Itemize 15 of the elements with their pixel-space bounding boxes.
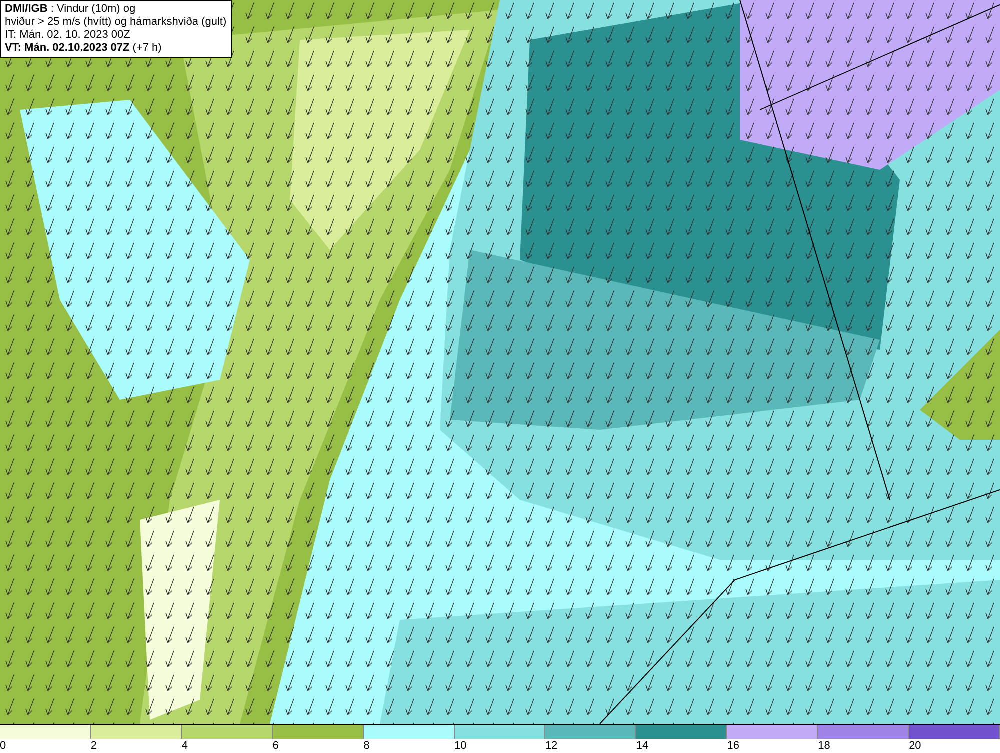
legend-label: 2 <box>90 739 98 753</box>
legend-label: 18 <box>818 739 830 753</box>
header-line: hviður > 25 m/s (hvítt) og hámarkshviða (gult) <box>5 16 227 29</box>
header-line: DMI/IGB : Vindur (10m) og <box>5 3 137 16</box>
legend-label: 4 <box>182 739 188 753</box>
legend-label: 6 <box>272 739 279 753</box>
legend-label: 16 <box>727 739 740 753</box>
legend-label: 8 <box>364 739 370 753</box>
legend-label: 10 <box>454 739 467 753</box>
legend-label: 20 <box>909 739 922 753</box>
legend-label: 12 <box>545 739 558 753</box>
header-line: IT: Mán. 02. 10. 2023 00Z <box>5 29 132 42</box>
header-line: VT: Mán. 02.10.2023 07Z (+7 h) <box>5 42 163 55</box>
legend-label: 0 <box>0 739 6 753</box>
legend-label: 14 <box>636 739 649 753</box>
